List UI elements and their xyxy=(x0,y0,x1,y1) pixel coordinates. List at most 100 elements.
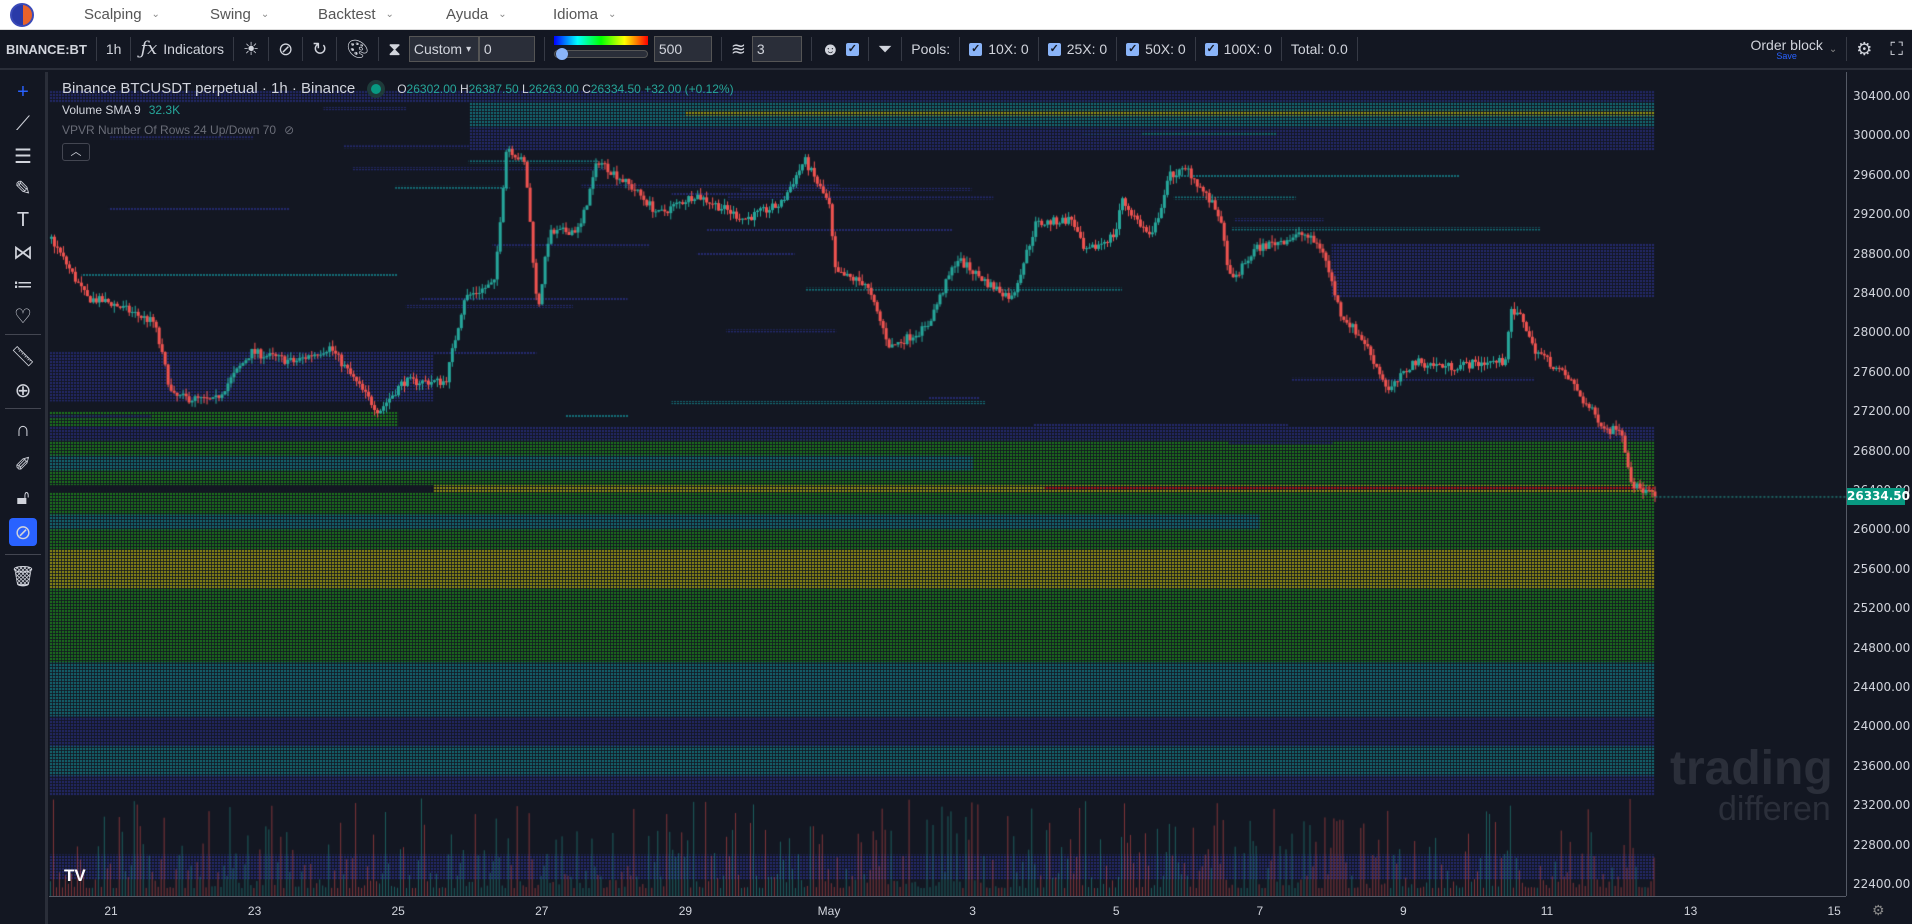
hide-drawings-icon[interactable]: ⊘ xyxy=(9,518,37,546)
eye-slash-icon[interactable]: ⊘ xyxy=(284,123,294,137)
chevron-down-icon: ▾ xyxy=(466,43,472,55)
date-tick: 15 xyxy=(1827,904,1841,918)
robot-icon: ☻ xyxy=(820,39,840,59)
date-tick: 11 xyxy=(1540,904,1554,918)
pool-100x[interactable]: ✓ 100X: 0 xyxy=(1196,30,1281,68)
text-icon[interactable]: T xyxy=(9,206,37,234)
price-tick: 30000.00 xyxy=(1853,128,1911,143)
crosshair-icon[interactable]: + xyxy=(9,78,37,106)
collapse-legend-button[interactable]: ︿ xyxy=(62,143,90,161)
horizontal-lines-icon[interactable]: ☰ xyxy=(9,142,37,170)
drawing-toolbar: + ⟋ ☰ ✎ T ⋈ ≔ ♡ 📏︎ ⊕ ∩ ✐ 🔓︎ ⊘ 🗑︎ xyxy=(0,72,48,924)
chevron-down-icon: ⌄ xyxy=(260,9,270,20)
date-tick: 23 xyxy=(247,904,262,918)
date-tick: 5 xyxy=(1112,904,1120,918)
low-value: 26263.00 xyxy=(528,81,579,96)
symbol-button[interactable]: BINANCE:BT xyxy=(0,30,96,68)
fib-icon[interactable]: ≔ xyxy=(9,270,37,298)
date-tick: 21 xyxy=(104,904,118,918)
nav-backtest[interactable]: Backtest ⌄ xyxy=(318,6,394,23)
price-tick: 29600.00 xyxy=(1853,167,1911,182)
gradient-slider[interactable] xyxy=(553,36,648,62)
palette-button[interactable]: 🎨︎ xyxy=(337,30,378,68)
bot-toggle[interactable]: ☻ ✓ xyxy=(812,30,868,68)
ruler-icon[interactable]: 📏︎ xyxy=(9,342,37,370)
vpvr-indicator-label[interactable]: VPVR Number Of Rows 24 Up/Down 70 xyxy=(62,123,276,137)
nav-ayuda[interactable]: Ayuda ⌄ xyxy=(446,6,507,23)
eye-slash-icon: ⊘ xyxy=(278,39,294,59)
lock-drawing-icon[interactable]: ✐ xyxy=(9,450,37,478)
date-tick: 3 xyxy=(969,904,976,918)
date-tick: May xyxy=(817,904,841,918)
color-gradient xyxy=(553,36,648,45)
nav-idioma[interactable]: Idioma ⌄ xyxy=(553,6,616,23)
nav-scalping[interactable]: Scalping ⌄ xyxy=(84,6,160,23)
price-chart[interactable] xyxy=(49,72,1846,896)
layers-icon: ≋ xyxy=(730,39,746,59)
settings-button[interactable]: ⚙ xyxy=(1847,30,1881,68)
zoom-in-icon[interactable]: ⊕ xyxy=(9,376,37,404)
chart-toolbar: BINANCE:BT 1h ƒx Indicators ☀ ⊘ ↻ 🎨︎ ⧗ Cu… xyxy=(0,30,1912,70)
date-tick: 13 xyxy=(1683,904,1698,918)
time-axis[interactable]: 21 23 25 27 29 May 3 5 7 9 11 13 15 xyxy=(49,896,1846,924)
fullscreen-icon: ⛶ xyxy=(1890,39,1903,59)
filter-button[interactable]: ⏷ xyxy=(869,30,901,68)
mode-value-input[interactable]: 0 xyxy=(478,36,535,62)
layers-control: ≋ 3 xyxy=(722,30,811,68)
total-label: Total: 0.0 xyxy=(1290,41,1348,57)
brush-icon[interactable]: ✎ xyxy=(9,174,37,202)
pool-10x[interactable]: ✓ 10X: 0 xyxy=(960,30,1037,68)
price-axis[interactable]: 30400.00 30000.00 29600.00 29200.00 28800.00… xyxy=(1846,72,1912,896)
refresh-button[interactable]: ↻ xyxy=(303,30,336,68)
pool-25x-checkbox[interactable]: ✓ xyxy=(1047,42,1061,56)
interval-button[interactable]: 1h xyxy=(97,30,131,68)
volume-indicator-label[interactable]: Volume SMA 9 xyxy=(62,103,141,117)
chevron-down-icon: ⌄ xyxy=(608,9,617,20)
heatmap-and-candles[interactable] xyxy=(49,72,1846,896)
hide-button[interactable]: ⊘ xyxy=(269,30,302,68)
top-nav: Scalping ⌄ Swing ⌄ Backtest ⌄ Ayuda ⌄ Idioma… xyxy=(0,0,1912,30)
price-tick: 23600.00 xyxy=(1853,758,1911,773)
refresh-icon: ↻ xyxy=(312,39,328,59)
magnet-icon[interactable]: ∩ xyxy=(9,416,37,444)
gradient-value-input[interactable]: 500 xyxy=(653,36,712,62)
time-filter: ⧗ Custom ▾ 0 xyxy=(379,30,544,68)
axis-settings-icon[interactable]: ⚙ xyxy=(1872,902,1885,919)
mode-select[interactable]: Custom ▾ xyxy=(408,36,479,62)
price-tick: 25200.00 xyxy=(1853,601,1911,616)
pool-100x-checkbox[interactable]: ✓ xyxy=(1204,42,1218,56)
app-logo[interactable] xyxy=(10,3,34,27)
pool-50x-checkbox[interactable]: ✓ xyxy=(1126,42,1140,56)
nav-swing[interactable]: Swing ⌄ xyxy=(210,6,269,23)
theme-button[interactable]: ☀ xyxy=(234,30,268,68)
layers-input[interactable]: 3 xyxy=(751,36,802,62)
open-value: 26302.00 xyxy=(406,81,457,96)
price-tick: 28400.00 xyxy=(1853,286,1911,300)
trend-line-icon[interactable]: ⟋ xyxy=(9,110,37,138)
slider-track xyxy=(553,50,648,58)
divider xyxy=(5,554,41,555)
watermark-logo-sub: differen xyxy=(1718,790,1831,828)
pool-25x[interactable]: ✓ 25X: 0 xyxy=(1039,30,1116,68)
tradingview-logo[interactable]: TV xyxy=(64,866,86,886)
close-value: 26334.50 xyxy=(590,81,641,96)
divider xyxy=(5,334,41,335)
trash-icon[interactable]: 🗑︎ xyxy=(9,562,37,590)
unlock-icon[interactable]: 🔓︎ xyxy=(9,484,37,512)
indicators-button[interactable]: ƒx Indicators xyxy=(131,30,233,68)
date-tick: 7 xyxy=(1256,904,1264,918)
save-link[interactable]: Save xyxy=(1776,51,1797,61)
date-tick: 25 xyxy=(391,904,405,918)
bot-checkbox[interactable]: ✓ xyxy=(845,42,859,56)
heart-icon[interactable]: ♡ xyxy=(9,302,37,330)
pool-50x[interactable]: ✓ 50X: 0 xyxy=(1117,30,1194,68)
price-tick: 24800.00 xyxy=(1853,640,1911,655)
function-icon: ƒx xyxy=(140,38,158,59)
layout-select[interactable]: Order block Save ⌄ xyxy=(1742,30,1847,68)
date-tick: 29 xyxy=(678,904,693,918)
slider-thumb[interactable] xyxy=(555,48,568,60)
fullscreen-button[interactable]: ⛶ xyxy=(1881,30,1912,68)
pool-10x-checkbox[interactable]: ✓ xyxy=(969,42,983,56)
divider xyxy=(5,408,41,409)
pattern-icon[interactable]: ⋈ xyxy=(9,238,37,266)
